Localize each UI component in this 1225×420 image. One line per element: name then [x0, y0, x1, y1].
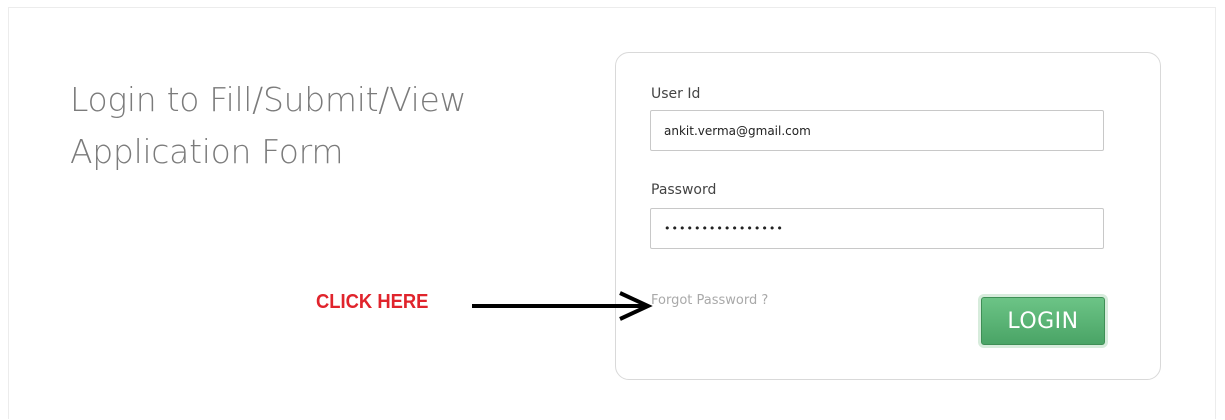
page-title-line-1: Login to Fill/Submit/View [70, 80, 467, 119]
forgot-password-link[interactable]: Forgot Password ? [651, 293, 768, 308]
click-here-annotation: CLICK HERE [316, 291, 429, 313]
login-panel: User Id Password Forgot Password ? LOGIN [615, 52, 1161, 380]
userid-label: User Id [651, 86, 701, 102]
password-label: Password [651, 182, 717, 198]
arrow-right-icon [472, 291, 653, 321]
page-title: Login to Fill/Submit/View Application Fo… [70, 74, 466, 178]
password-input[interactable] [650, 208, 1104, 249]
page-title-line-2: Application Form [70, 132, 344, 171]
login-button[interactable]: LOGIN [981, 297, 1105, 345]
userid-input[interactable] [650, 110, 1104, 151]
